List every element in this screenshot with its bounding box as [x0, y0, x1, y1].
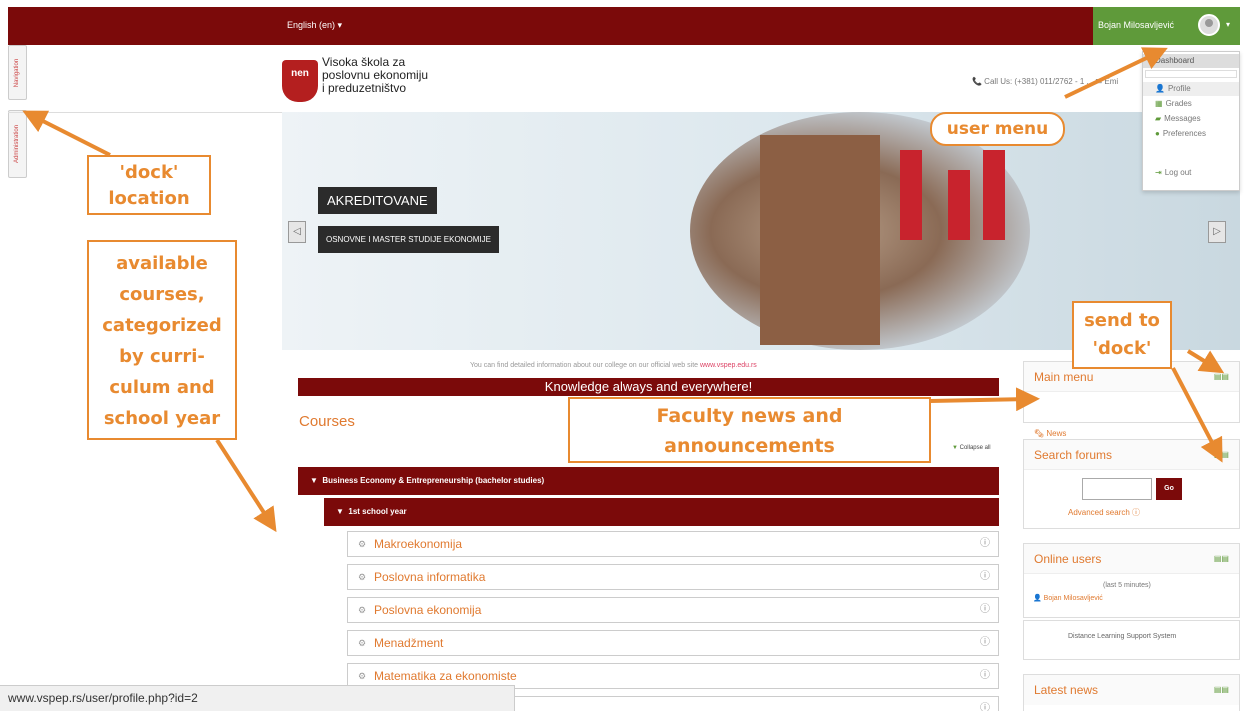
list-item[interactable]: ⚙ Poslovna ekonomija ⓘ [347, 597, 999, 623]
info-text: You can find detailed information about … [470, 362, 757, 369]
menu-item-logout[interactable]: ⇥ Log out [1143, 166, 1239, 180]
course-icon: ⚙ [358, 572, 367, 582]
info-icon[interactable]: ⓘ [980, 532, 990, 556]
course-icon: ⚙ [358, 638, 367, 648]
menu-item-profile[interactable]: 👤 Profile [1143, 82, 1239, 96]
menu-item-grades[interactable]: ▦ Grades [1143, 97, 1239, 111]
top-navbar [8, 7, 1240, 45]
annotation-send-to-dock: send to 'dock' [1072, 301, 1172, 369]
dock-icon[interactable]: ▤▤ [1214, 544, 1229, 574]
courses-heading: Courses [299, 413, 355, 430]
dlss-text: Distance Learning Support System [1068, 633, 1177, 640]
category-label: Business Economy & Entrepreneurship (bac… [322, 476, 545, 485]
list-item[interactable]: ⚙ Makroekonomija ⓘ [347, 531, 999, 557]
menu-item-messages[interactable]: ▰ Messages [1143, 112, 1239, 126]
info-icon[interactable]: ⓘ [980, 565, 990, 589]
block-title: Main menu [1034, 370, 1094, 384]
flag-image [900, 150, 922, 240]
flag-image [983, 150, 1005, 240]
online-user-link[interactable]: 👤 Bojan Milosavljević [1033, 594, 1103, 602]
annotation-faculty-news: Faculty news and announcements [568, 397, 931, 463]
block-title: Online users [1034, 552, 1102, 566]
college-name-line3: i preduzetništvo [322, 81, 407, 95]
annotation-user-menu: user menu [930, 112, 1065, 146]
annotation-dock-location: 'dock' location [87, 155, 211, 215]
dock-icon[interactable]: ▤▤ [1214, 675, 1229, 705]
course-icon: ⚙ [358, 605, 367, 615]
main-menu-block: Main menu ▤▤ [1023, 361, 1240, 423]
dock-icon[interactable]: ▤▤ [1214, 440, 1229, 470]
messages-icon: ▰ [1155, 114, 1162, 123]
college-logo-icon[interactable]: nen [282, 60, 318, 102]
go-button[interactable]: Go [1156, 478, 1182, 500]
contact-info: 📞 Call Us: (+381) 011/2762 - 1 ... ✉ Emi [972, 77, 1119, 86]
category-bar[interactable]: ▼ Business Economy & Entrepreneurship (b… [298, 467, 999, 495]
menu-item-dashboard[interactable]: Dashboard [1143, 54, 1239, 68]
user-icon: 👤 [1155, 84, 1165, 93]
online-users-timeframe: (last 5 minutes) [1103, 582, 1151, 589]
news-link[interactable]: 🗞 News [1034, 429, 1066, 438]
subcategory-label: 1st school year [348, 507, 407, 516]
slider-next-button[interactable]: ▷ [1208, 221, 1226, 243]
dlss-block [1023, 620, 1240, 660]
hero-headline: AKREDITOVANE [318, 187, 437, 214]
preferences-icon: ● [1155, 129, 1160, 138]
divider [1145, 70, 1237, 78]
hero-subline: OSNOVNE I MASTER STUDIJE EKONOMIJE [318, 226, 499, 253]
info-icon[interactable]: ⓘ [980, 697, 990, 711]
info-icon[interactable]: ⓘ [980, 664, 990, 688]
list-item[interactable]: ⚙ Menadžment ⓘ [347, 630, 999, 656]
dock-tab-administration[interactable]: Administration [8, 110, 27, 178]
info-icon[interactable]: ⓘ [980, 631, 990, 655]
flag-image [948, 170, 970, 240]
avatar[interactable] [1198, 14, 1220, 36]
list-item[interactable]: ⚙ Poslovna informatika ⓘ [347, 564, 999, 590]
search-input[interactable] [1082, 478, 1152, 500]
annotation-available-courses: available courses, categorized by curri-… [87, 240, 237, 440]
menu-item-preferences[interactable]: ● Preferences [1143, 127, 1239, 141]
subcategory-bar[interactable]: ▼ 1st school year [324, 498, 999, 526]
block-title: Latest news [1034, 683, 1099, 697]
divider [8, 112, 282, 113]
chevron-down-icon[interactable]: ▾ [1226, 20, 1230, 29]
motto-banner: Knowledge always and everywhere! [298, 378, 999, 396]
grades-icon: ▦ [1155, 99, 1163, 108]
building-image [760, 135, 880, 345]
latest-news-block: Latest news ▤▤ [1023, 674, 1240, 711]
website-link[interactable]: www.vspep.edu.rs [700, 362, 757, 369]
college-name[interactable]: Visoka škola za poslovnu ekonomiju i pre… [322, 56, 428, 95]
browser-status-bar: www.vspep.rs/user/profile.php?id=2 [0, 685, 515, 711]
user-name[interactable]: Bojan Milosavljević [1098, 20, 1174, 30]
dock-icon[interactable]: ▤▤ [1214, 362, 1229, 392]
dock-tab-navigation[interactable]: Navigation [8, 45, 27, 100]
logout-icon: ⇥ [1155, 168, 1162, 177]
language-menu[interactable]: English (en) ▾ [287, 20, 342, 31]
collapse-all-link[interactable]: Collapse all [952, 445, 991, 451]
online-users-block: Online users ▤▤ [1023, 543, 1240, 618]
advanced-search-link[interactable]: Advanced search ⓘ [1068, 507, 1140, 518]
block-title: Search forums [1034, 448, 1113, 462]
info-icon[interactable]: ⓘ [980, 598, 990, 622]
course-icon: ⚙ [358, 539, 367, 549]
slider-prev-button[interactable]: ◁ [288, 221, 306, 243]
user-dropdown-menu: Dashboard 👤 Profile ▦ Grades ▰ Messages ● Pr… [1142, 51, 1240, 191]
